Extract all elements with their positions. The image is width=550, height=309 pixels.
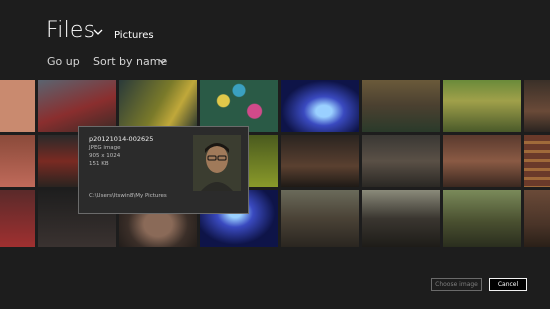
thumbnail-tile[interactable]	[443, 80, 521, 132]
current-location: Pictures	[114, 30, 154, 41]
thumbnail-tile[interactable]	[524, 190, 550, 247]
file-info-tooltip: p20121014-002625 JPEG image 905 x 1024 1…	[78, 126, 249, 214]
sort-button[interactable]: Sort by name	[93, 55, 167, 68]
thumbnail-tile[interactable]	[0, 135, 35, 187]
go-up-button[interactable]: Go up	[47, 55, 80, 68]
chevron-down-icon[interactable]	[93, 28, 103, 36]
thumbnail-tile[interactable]	[524, 80, 550, 132]
thumbnail-tile[interactable]	[281, 135, 359, 187]
file-type: JPEG image	[89, 145, 121, 151]
file-name: p20121014-002625	[89, 135, 154, 143]
cancel-button[interactable]: Cancel	[489, 278, 527, 291]
thumbnail-tile[interactable]	[0, 190, 35, 247]
thumbnail-tile[interactable]	[443, 190, 521, 247]
thumbnail-tile[interactable]	[281, 190, 359, 247]
thumbnail-tile[interactable]	[362, 135, 440, 187]
header: Files Pictures Go up Sort by name	[0, 0, 550, 80]
thumbnail-tile[interactable]	[281, 80, 359, 132]
thumbnail-tile[interactable]	[362, 190, 440, 247]
thumbnail-tile[interactable]	[38, 80, 116, 132]
chevron-down-icon[interactable]	[158, 58, 167, 65]
thumbnail-tile[interactable]	[119, 80, 197, 132]
file-dimensions: 905 x 1024	[89, 153, 121, 159]
thumbnail-tile[interactable]	[200, 80, 278, 132]
thumbnail-tile[interactable]	[362, 80, 440, 132]
page-title[interactable]: Files	[46, 18, 95, 43]
choose-image-button[interactable]: Choose image	[431, 278, 482, 291]
thumbnail-tile[interactable]	[0, 80, 35, 132]
thumbnail-tile[interactable]	[524, 135, 550, 187]
thumbnail-tile[interactable]	[443, 135, 521, 187]
tooltip-thumbnail	[193, 135, 241, 191]
file-size: 151 KB	[89, 161, 109, 167]
file-path: C:\Users\ltswin8\My Pictures	[89, 193, 167, 199]
